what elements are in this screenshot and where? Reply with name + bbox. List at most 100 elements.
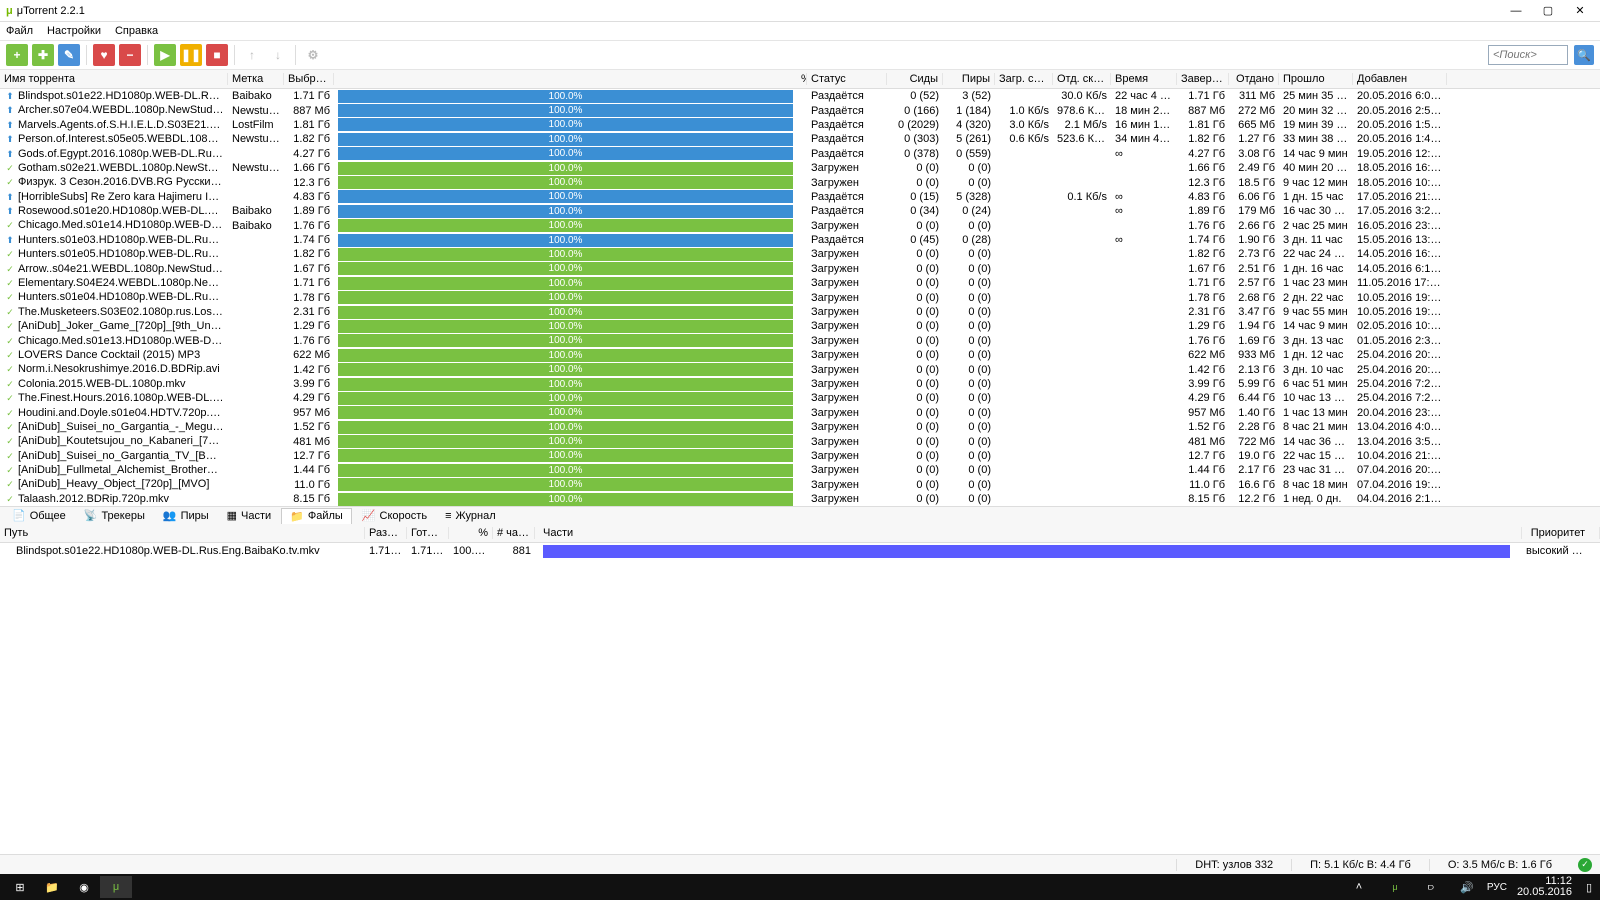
col-from[interactable]: Отдано [1229,73,1279,85]
table-row[interactable]: ✓[AniDub]_Joker_Game_[720p]_[9th_Unknown… [0,319,1600,333]
start-menu-icon[interactable]: ⊞ [4,876,36,898]
maximize-button[interactable]: ▢ [1534,3,1562,19]
menu-help[interactable]: Справка [115,25,158,37]
stop-button[interactable]: ■ [206,44,228,66]
cell-seeds: 0 (0) [887,364,943,376]
tray-network-icon[interactable]: ⫐ [1415,876,1447,898]
table-row[interactable]: ✓Norm.i.Nesokrushimye.2016.D.BDRip.avi1.… [0,362,1600,376]
settings-button[interactable]: ⚙ [302,44,324,66]
col-selected[interactable]: Выбрано [284,73,334,85]
table-row[interactable]: ✓Физрук. 3 Сезон.2016.DVB.RG Русские сер… [0,175,1600,189]
tray-expand-icon[interactable]: ˄ [1343,876,1375,898]
table-row[interactable]: ✓Chicago.Med.s01e14.HD1080p.WEB-DL.Rus.E… [0,219,1600,233]
col-dl[interactable]: Загр. скор... [995,73,1053,85]
table-row[interactable]: ✓The.Finest.Hours.2016.1080p.WEB-DL.DD5.… [0,391,1600,405]
cell-added: 14.05.2016 6:12:17 [1353,263,1447,275]
add-torrent-button[interactable]: + [6,44,28,66]
col-added[interactable]: Добавлен [1353,73,1447,85]
col-name[interactable]: Имя торрента [0,73,228,85]
table-row[interactable]: ✓Chicago.Med.s01e13.HD1080p.WEB-DL.Rus.E… [0,334,1600,348]
col-done[interactable]: Завершено [1177,73,1229,85]
table-row[interactable]: ✓Houdini.and.Doyle.s01e04.HDTV.720p.NewS… [0,406,1600,420]
tray-utorrent-icon[interactable]: μ [1379,876,1411,898]
table-row[interactable]: ⬆Archer.s07e04.WEBDL.1080p.NewStudio.TV.… [0,103,1600,117]
file-row[interactable]: Blindspot.s01e22.HD1080p.WEB-DL.Rus.Eng.… [0,543,1600,559]
table-row[interactable]: ✓[AniDub]_Suisei_no_Gargantia_-_Meguru_K… [0,420,1600,434]
col-pct[interactable]: % [797,73,807,85]
table-row[interactable]: ⬆Marvels.Agents.of.S.H.I.E.L.D.S03E21.10… [0,118,1600,132]
col-past[interactable]: Прошло [1279,73,1353,85]
table-row[interactable]: ✓[AniDub]_Suisei_no_Gargantia_TV_[BDRip7… [0,449,1600,463]
table-row[interactable]: ⬆Gods.of.Egypt.2016.1080p.WEB-DL.Rus.HDC… [0,147,1600,161]
table-row[interactable]: ✓Gotham.s02e21.WEBDL.1080p.NewStudio.TV.… [0,161,1600,175]
table-row[interactable]: ✓Hunters.s01e05.HD1080p.WEB-DL.Rus.Eng.B… [0,247,1600,261]
minimize-button[interactable]: — [1502,3,1530,19]
menu-settings[interactable]: Настройки [47,25,101,37]
fcol-np[interactable]: # частей [493,527,535,539]
col-label[interactable]: Метка [228,73,284,85]
col-ul[interactable]: Отд. скор... [1053,73,1111,85]
table-row[interactable]: ✓Colonia.2015.WEB-DL.1080p.mkv3.99 Гб100… [0,377,1600,391]
col-seeds[interactable]: Сиды [887,73,943,85]
table-row[interactable]: ✓[AniDub]_Fullmetal_Alchemist_Brotherhoo… [0,463,1600,477]
utorrent-taskbar-icon[interactable]: μ [100,876,132,898]
table-row[interactable]: ✓Arrow..s04e21.WEBDL.1080p.NewStudio.TV.… [0,262,1600,276]
cell-peers: 0 (0) [943,220,995,232]
table-row[interactable]: ✓Hunters.s01e04.HD1080p.WEB-DL.Rus.Eng.B… [0,290,1600,304]
file-np: 881 [493,545,535,557]
fcol-parts[interactable]: Части [535,527,1522,539]
table-row[interactable]: ✓[AniDub]_Koutetsujou_no_Kabaneri_[720p]… [0,434,1600,448]
cell-sel: 12.3 Гб [284,177,334,189]
table-row[interactable]: ✓[AniDub]_Heavy_Object_[720p]_[MVO]11.0 … [0,478,1600,492]
table-row[interactable]: ✓The.Musketeers.S03E02.1080p.rus.LostFil… [0,305,1600,319]
search-icon[interactable]: 🔍 [1574,45,1594,65]
table-row[interactable]: ⬆Blindspot.s01e22.HD1080p.WEB-DL.Rus.Eng… [0,89,1600,103]
tray-clock[interactable]: 11:1220.05.2016 [1511,876,1578,898]
tab-peers[interactable]: 👥Пиры [155,508,217,523]
table-row[interactable]: ⬆Person.of.Interest.s05e05.WEBDL.1080p.N… [0,132,1600,146]
fcol-prio[interactable]: Приоритет [1522,527,1600,539]
table-row[interactable]: ✓LOVERS Dance Cocktail (2015) MP3622 Мб1… [0,348,1600,362]
explorer-icon[interactable]: 📁 [36,876,68,898]
tab-pieces[interactable]: ▦Части [219,508,280,523]
menu-file[interactable]: Файл [6,25,33,37]
table-row[interactable]: ✓Talaash.2012.BDRip.720p.mkv8.15 Гб100.0… [0,492,1600,506]
fcol-path[interactable]: Путь [0,527,365,539]
fcol-ready[interactable]: Готово [407,527,449,539]
col-status[interactable]: Статус [807,73,887,85]
table-row[interactable]: ⬆[HorribleSubs] Re Zero kara Hajimeru Is… [0,190,1600,204]
search-input[interactable] [1488,45,1568,65]
start-button[interactable]: ▶ [154,44,176,66]
table-row[interactable]: ⬆Rosewood.s01e20.HD1080p.WEB-DL.Rus.Eng.… [0,204,1600,218]
table-row[interactable]: ⬆Hunters.s01e03.HD1080p.WEB-DL.Rus.Eng.B… [0,233,1600,247]
app-logo-icon: μ [6,5,13,17]
move-up-button[interactable]: ↑ [241,44,263,66]
tab-files[interactable]: 📁Файлы [281,508,352,524]
fcol-size[interactable]: Размер [365,527,407,539]
tab-trackers[interactable]: 📡Трекеры [76,508,153,523]
move-down-button[interactable]: ↓ [267,44,289,66]
tray-volume-icon[interactable]: 🔊 [1451,876,1483,898]
fcol-pct[interactable]: % [449,527,493,539]
tray-language[interactable]: РУС [1487,882,1507,893]
tab-speed[interactable]: 📈Скорость [354,508,435,523]
pause-button[interactable]: ❚❚ [180,44,202,66]
tab-general[interactable]: 📄Общее [4,508,74,523]
add-url-button[interactable]: ✚ [32,44,54,66]
cell-sel: 1.81 Гб [284,119,334,131]
cell-progress: 100.0% [334,421,797,434]
cell-name: ✓[AniDub]_Heavy_Object_[720p]_[MVO] [0,478,228,491]
col-peers[interactable]: Пиры [943,73,995,85]
delete-button[interactable]: − [119,44,141,66]
remove-button[interactable]: ♥ [93,44,115,66]
col-eta[interactable]: Время [1111,73,1177,85]
create-torrent-button[interactable]: ✎ [58,44,80,66]
table-row[interactable]: ✓Elementary.S04E24.WEBDL.1080p.NewStudio… [0,276,1600,290]
chrome-icon[interactable]: ◉ [68,876,100,898]
tab-log[interactable]: ≡Журнал [437,509,504,523]
cell-done: 957 Мб [1177,407,1229,419]
cell-added: 25.04.2016 20:06:11 [1353,349,1447,361]
seeding-icon: ⬆ [4,105,16,117]
close-button[interactable]: ✕ [1566,3,1594,19]
tray-notifications-icon[interactable]: ▯ [1582,876,1596,898]
